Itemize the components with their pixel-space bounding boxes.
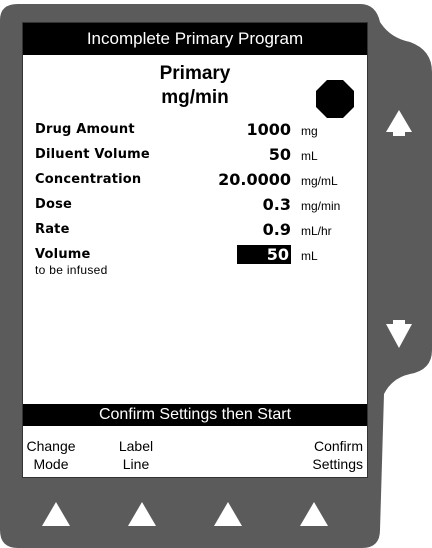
row-unit: mg/min — [301, 199, 341, 213]
row-label: Rate — [35, 222, 70, 237]
dose-row[interactable]: Dose 0.3 mg/min — [35, 195, 355, 217]
row-label: Concentration — [35, 172, 142, 187]
volume-sublabel: to be infused — [35, 263, 108, 277]
softkey-line: Mode — [33, 456, 69, 472]
row-value: 0.9 — [262, 220, 291, 239]
softkey-label-confirm-settings: Confirm Settings — [291, 437, 363, 473]
row-unit: mg/mL — [301, 174, 338, 188]
down-arrow-icon[interactable] — [384, 318, 414, 352]
softkey-label-label-line: Label Line — [111, 437, 161, 473]
row-unit: mL — [301, 149, 318, 163]
row-label: Volume — [35, 247, 91, 262]
softkey-line: Confirm — [313, 438, 363, 454]
drug-amount-row[interactable]: Drug Amount 1000 mg — [35, 120, 355, 142]
softkey-line: Label — [118, 438, 154, 454]
row-value: 20.0000 — [218, 170, 291, 189]
rate-row[interactable]: Rate 0.9 mL/hr — [35, 220, 355, 242]
lcd-screen: Incomplete Primary Program Primary mg/mi… — [22, 22, 368, 478]
diluent-volume-row[interactable]: Diluent Volume 50 mL — [35, 145, 355, 167]
row-unit: mL/hr — [301, 224, 332, 238]
row-label: Drug Amount — [35, 122, 135, 137]
up-arrow-icon[interactable] — [384, 108, 414, 142]
screen-title: Incomplete Primary Program — [23, 23, 367, 55]
row-label: Dose — [35, 197, 73, 212]
row-label: Diluent Volume — [35, 147, 150, 162]
concentration-row[interactable]: Concentration 20.0000 mg/mL — [35, 170, 355, 192]
softkey-label-change-mode: Change Mode — [25, 437, 77, 473]
softkey-1-button[interactable] — [40, 500, 72, 528]
softkey-4-button[interactable] — [298, 500, 330, 528]
softkey-line: Line — [122, 456, 150, 472]
row-value: 1000 — [246, 120, 291, 139]
row-value: 50 — [268, 145, 291, 164]
softkey-3-button[interactable] — [212, 500, 244, 528]
row-unit: mL — [301, 249, 318, 263]
softkey-line: Settings — [312, 456, 363, 472]
stop-octagon-icon — [316, 80, 354, 118]
volume-value-selected[interactable]: 50 — [236, 245, 291, 264]
softkey-line: Change — [26, 438, 76, 454]
confirm-banner: Confirm Settings then Start — [23, 404, 367, 426]
row-value: 0.3 — [262, 195, 291, 214]
softkey-2-button[interactable] — [126, 500, 158, 528]
row-unit: mg — [301, 124, 318, 138]
